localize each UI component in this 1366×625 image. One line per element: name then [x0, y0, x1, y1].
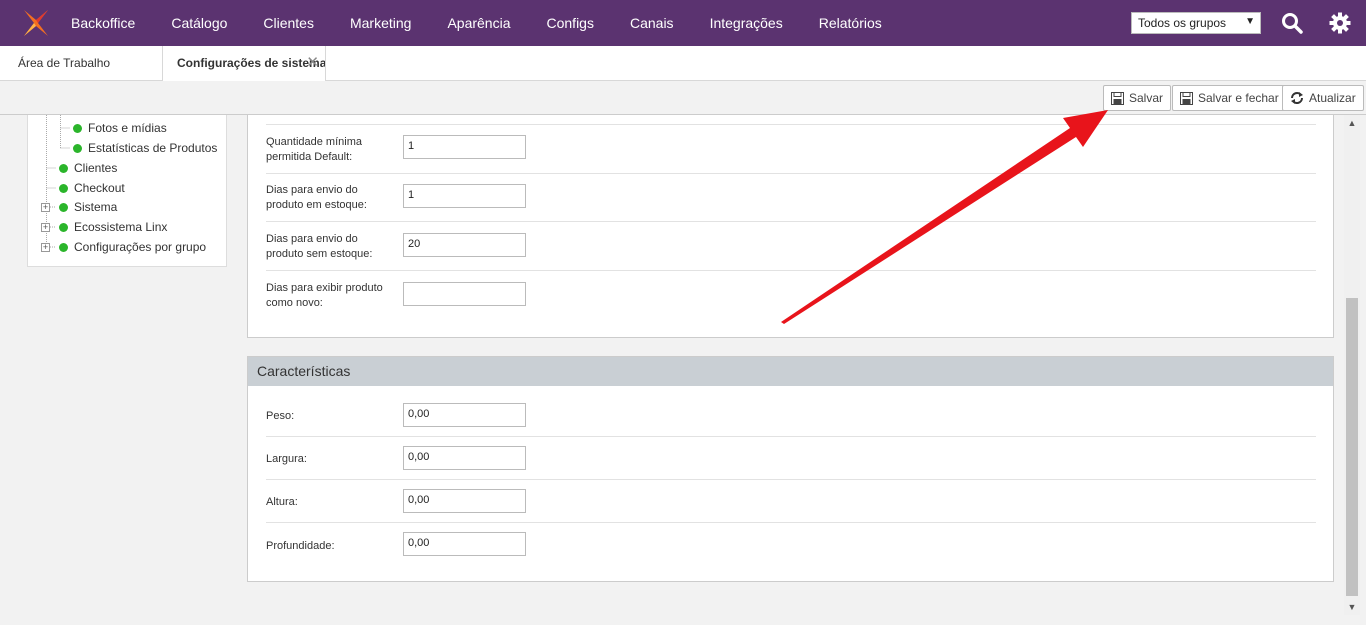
nav-marketing[interactable]: Marketing — [332, 0, 429, 46]
row-divider — [266, 270, 1316, 271]
expand-plus-icon[interactable]: + — [41, 203, 50, 212]
tree-item-clientes[interactable]: Clientes — [59, 159, 117, 177]
min-quantity-input[interactable]: 1 — [403, 135, 526, 159]
field-label: Dias para envio do produto em estoque: — [266, 184, 367, 211]
days-out-of-stock-input[interactable]: 20 — [403, 233, 526, 257]
status-dot — [73, 144, 82, 153]
floppy-icon — [1111, 91, 1124, 105]
field-label: Profundidade: — [266, 540, 335, 552]
tree-item-configuracoes-por-grupo[interactable]: Configurações por grupo — [59, 238, 206, 256]
expand-plus-icon[interactable]: + — [41, 243, 50, 252]
height-input[interactable]: 0,00 — [403, 489, 526, 513]
nav-integracoes[interactable]: Integrações — [692, 0, 801, 46]
width-input[interactable]: 0,00 — [403, 446, 526, 470]
tree-item-label: Estatísticas de Produtos — [88, 141, 218, 155]
tree-item-label: Checkout — [74, 181, 125, 195]
tree-item-label: Clientes — [74, 161, 118, 175]
tab-configuracoes-sistema[interactable]: Configurações de sistema ✕ — [162, 46, 326, 81]
search-icon[interactable] — [1280, 11, 1304, 35]
tree-item-ecossistema-linx[interactable]: Ecossistema Linx — [59, 218, 167, 236]
panel-title: Características — [248, 357, 1333, 386]
field-label: Quantidade mínima permitida Default: — [266, 136, 362, 163]
top-navbar: Backoffice Catálogo Clientes Marketing A… — [0, 0, 1366, 46]
nav-backoffice[interactable]: Backoffice — [53, 0, 153, 46]
tab-label: Configurações de sistema — [177, 56, 326, 70]
row-divider — [266, 221, 1316, 222]
tree-item-label: Ecossistema Linx — [74, 220, 168, 234]
refresh-button[interactable]: Atualizar — [1282, 85, 1364, 111]
depth-input[interactable]: 0,00 — [403, 532, 526, 556]
expand-plus-icon[interactable]: + — [41, 223, 50, 232]
nav-relatorios[interactable]: Relatórios — [801, 0, 900, 46]
tree-item-fotos-midias[interactable]: Fotos e mídias — [73, 119, 167, 137]
row-divider — [266, 522, 1316, 523]
field-label: Dias para exibir produto como novo: — [266, 282, 383, 309]
save-close-label: Salvar e fechar — [1198, 91, 1279, 105]
nav-canais[interactable]: Canais — [612, 0, 692, 46]
save-label: Salvar — [1129, 91, 1164, 105]
main-menu: Backoffice Catálogo Clientes Marketing A… — [53, 0, 900, 46]
field-label: Dias para envio do produto sem estoque: — [266, 233, 373, 260]
row-divider — [266, 436, 1316, 437]
close-icon[interactable]: ✕ — [306, 46, 319, 80]
weight-input[interactable]: 0,00 — [403, 403, 526, 427]
save-button[interactable]: Salvar — [1103, 85, 1172, 111]
stock-settings-panel: Quantidade mínima permitida Default: 1 D… — [247, 115, 1334, 338]
scroll-thumb[interactable] — [1346, 298, 1358, 596]
tree-item-label: Sistema — [74, 200, 118, 214]
linx-logo-icon[interactable] — [22, 8, 50, 38]
status-dot — [59, 184, 68, 193]
vertical-scrollbar[interactable]: ▲ ▼ — [1344, 115, 1360, 615]
status-dot — [59, 223, 68, 232]
tree-item-label: Fotos e mídias — [88, 121, 167, 135]
scroll-up-icon[interactable]: ▲ — [1344, 115, 1360, 131]
characteristics-panel: Características Peso: 0,00 Largura: 0,00… — [247, 356, 1334, 582]
save-and-close-button[interactable]: Salvar e fechar — [1172, 85, 1287, 111]
status-dot — [59, 164, 68, 173]
nav-configs[interactable]: Configs — [529, 0, 612, 46]
nav-clientes[interactable]: Clientes — [245, 0, 332, 46]
row-divider — [266, 124, 1316, 125]
tree-item-checkout[interactable]: Checkout — [59, 179, 125, 197]
scroll-down-icon[interactable]: ▼ — [1344, 599, 1360, 615]
row-divider — [266, 173, 1316, 174]
status-dot — [73, 124, 82, 133]
nav-catalogo[interactable]: Catálogo — [153, 0, 245, 46]
tree-item-sistema[interactable]: Sistema — [59, 198, 117, 216]
group-select-value: Todos os grupos — [1138, 16, 1227, 30]
chevron-down-icon: ▼ — [1245, 16, 1255, 27]
days-in-stock-input[interactable]: 1 — [403, 184, 526, 208]
status-dot — [59, 243, 68, 252]
settings-tree: Fotos e mídias Estatísticas de Produtos … — [27, 115, 227, 267]
group-select[interactable]: Todos os grupos ▼ — [1131, 12, 1261, 34]
tab-area-de-trabalho[interactable]: Área de Trabalho — [18, 46, 110, 81]
refresh-icon — [1291, 92, 1303, 104]
gear-icon[interactable] — [1328, 11, 1352, 35]
toolbar: Salvar Salvar e fechar Atualizar — [0, 81, 1366, 115]
status-dot — [59, 203, 68, 212]
row-divider — [266, 479, 1316, 480]
tab-bar: Área de Trabalho Configurações de sistem… — [0, 46, 1366, 81]
nav-aparencia[interactable]: Aparência — [429, 0, 528, 46]
field-label: Peso: — [266, 410, 295, 422]
field-label: Altura: — [266, 496, 298, 508]
days-new-product-input[interactable] — [403, 282, 526, 306]
field-label: Largura: — [266, 453, 307, 465]
floppy-icon — [1180, 91, 1193, 105]
tree-item-label: Configurações por grupo — [74, 240, 207, 254]
refresh-label: Atualizar — [1309, 91, 1356, 105]
tree-item-estatisticas-produtos[interactable]: Estatísticas de Produtos — [73, 139, 217, 157]
